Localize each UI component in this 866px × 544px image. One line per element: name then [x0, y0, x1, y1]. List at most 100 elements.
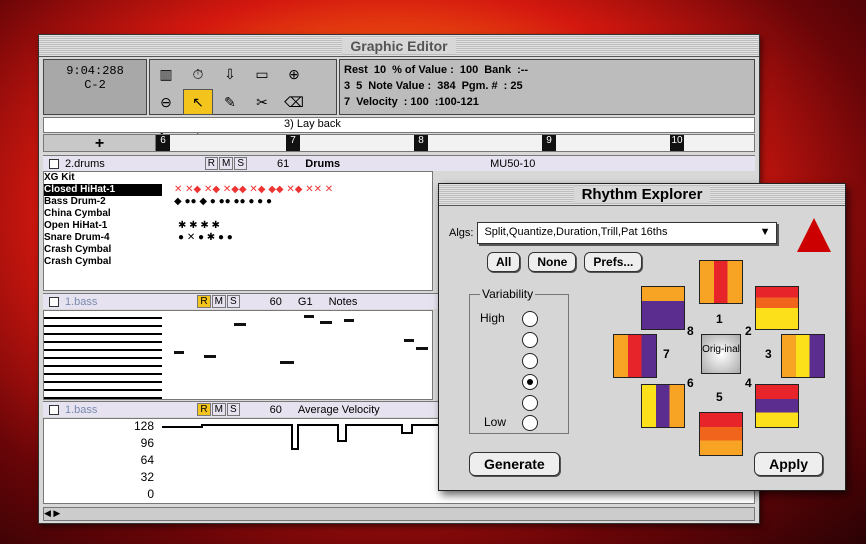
graphic-editor-titlebar[interactable]: Graphic Editor: [39, 35, 759, 57]
variation-tile[interactable]: [781, 334, 825, 378]
variability-radio-2[interactable]: [522, 332, 538, 348]
variability-radio-6[interactable]: [522, 415, 538, 431]
note-bar[interactable]: [344, 319, 354, 322]
variability-radio-4[interactable]: [522, 374, 538, 390]
drum-note[interactable]: ● ✕ ● ✱ ● ●: [178, 232, 233, 243]
track-header-drums[interactable]: 2.drums R M S 61 Drums MU50-10: [43, 155, 755, 171]
track-checkbox[interactable]: [49, 158, 59, 169]
none-button[interactable]: None: [528, 252, 577, 272]
note-bar[interactable]: [320, 321, 332, 324]
velocity-value[interactable]: : 100: [404, 96, 429, 108]
add-button[interactable]: +: [44, 135, 156, 152]
pgm-label: Pgm. #: [461, 80, 498, 92]
algs-select[interactable]: Split,Quantize,Duration,Trill,Pat 16ths …: [477, 222, 778, 244]
solo-toggle[interactable]: S: [234, 157, 247, 170]
toolbar: 9:04:288 C-2 ▥ ⏱ ⇩ ▭ ⊕ ⊖ ↖ ✎ ✂ ⌫ ♩ 𝄽 Res…: [43, 59, 755, 138]
param-n5[interactable]: 5: [356, 80, 362, 92]
pencil-tool-icon[interactable]: ✎: [215, 89, 245, 115]
ruler-icon[interactable]: ▭: [247, 61, 277, 87]
note-value[interactable]: 384: [437, 80, 455, 92]
note-bar[interactable]: [204, 355, 216, 358]
drum-row-label[interactable]: Open HiHat-1: [44, 220, 162, 232]
zoom-out-icon[interactable]: ⊖: [151, 89, 181, 115]
drum-note[interactable]: ✕ ✕◆ ✕◆ ✕◆◆ ✕◆ ◆◆ ✕◆ ✕✕ ✕: [174, 184, 333, 195]
record-toggle[interactable]: R: [197, 295, 211, 308]
track-number: 61: [277, 157, 290, 170]
param-row1-value[interactable]: 10: [374, 64, 386, 76]
variation-tile[interactable]: [755, 286, 799, 330]
note-bar[interactable]: [304, 315, 314, 318]
all-button[interactable]: All: [487, 252, 521, 272]
mute-toggle[interactable]: M: [218, 157, 234, 170]
note-bar[interactable]: [174, 351, 184, 354]
mute-toggle[interactable]: M: [211, 295, 226, 308]
track-type: Average Velocity: [297, 403, 380, 416]
pgm-value[interactable]: : 25: [504, 80, 523, 92]
drum-row-label[interactable]: Bass Drum-2: [44, 196, 162, 208]
metronome-icon[interactable]: ⏱: [183, 61, 213, 87]
param-n7[interactable]: 7: [344, 96, 350, 108]
solo-toggle[interactable]: S: [227, 403, 240, 416]
piano-roll[interactable]: [43, 310, 433, 400]
drum-note[interactable]: ✱ ✱ ✱ ✱: [178, 220, 220, 231]
velocity-axis-label: 64: [140, 453, 154, 467]
horizontal-scrollbar[interactable]: ◀ ▶: [43, 507, 755, 521]
pct-label: % of Value :: [392, 64, 454, 76]
measure-ruler[interactable]: + 6 7 8 9 10: [43, 134, 755, 152]
drum-row-label[interactable]: Snare Drum-4: [44, 232, 162, 244]
variability-radio-1[interactable]: [522, 311, 538, 327]
note-bar[interactable]: [416, 347, 428, 350]
variation-tile[interactable]: [755, 384, 799, 428]
drum-row-label[interactable]: China Cymbal: [44, 208, 162, 220]
track-device[interactable]: MU50-10: [490, 158, 535, 170]
bank-value[interactable]: :--: [517, 64, 528, 76]
piano-keys: [44, 311, 162, 399]
drum-note[interactable]: ◆ ●● ◆ ● ●● ●● ● ● ●: [174, 196, 272, 207]
zoom-icon[interactable]: ⊕: [279, 61, 309, 87]
record-toggle[interactable]: R: [197, 403, 211, 416]
pct-value[interactable]: 100: [460, 64, 478, 76]
variability-group: Variability High Low: [469, 287, 569, 434]
drum-grid[interactable]: XG Kit Closed HiHat-1 Bass Drum-2 China …: [43, 171, 433, 291]
marker-label[interactable]: 3) Lay back: [284, 118, 341, 130]
record-toggle[interactable]: R: [204, 157, 218, 170]
scissors-tool-icon[interactable]: ✂: [247, 89, 277, 115]
apply-button[interactable]: Apply: [754, 452, 823, 476]
kit-name: XG Kit: [44, 172, 75, 183]
rhythm-explorer-titlebar[interactable]: Rhythm Explorer: [439, 184, 845, 206]
note-bar[interactable]: [280, 361, 294, 364]
drum-row-label[interactable]: Crash Cymbal: [44, 244, 162, 256]
velocity-curve: [162, 424, 442, 450]
prefs-button[interactable]: Prefs...: [584, 252, 643, 272]
track-checkbox[interactable]: [49, 296, 59, 307]
variability-radio-5[interactable]: [522, 395, 538, 411]
variability-radio-3[interactable]: [522, 353, 538, 369]
eraser-tool-icon[interactable]: ⌫: [279, 89, 309, 115]
track-checkbox[interactable]: [49, 404, 59, 415]
mute-toggle[interactable]: M: [211, 403, 226, 416]
variation-tile[interactable]: [699, 412, 743, 456]
variation-tile[interactable]: [699, 260, 743, 304]
variation-tile[interactable]: [641, 384, 685, 428]
variation-tile[interactable]: [641, 286, 685, 330]
variation-tile[interactable]: [613, 334, 657, 378]
original-button[interactable]: Orig-inal: [701, 334, 741, 374]
bank-label: Bank: [484, 64, 512, 76]
drum-row-label[interactable]: Crash Cymbal: [44, 256, 162, 268]
rms-toggles: R M S: [197, 403, 240, 416]
event-parameters: Rest 10 % of Value : 100 Bank :-- 3 5 No…: [339, 59, 755, 115]
note-bar[interactable]: [234, 323, 246, 326]
generate-button[interactable]: Generate: [469, 452, 560, 476]
solo-toggle[interactable]: S: [227, 295, 240, 308]
algs-value: Split,Quantize,Duration,Trill,Pat 16ths: [484, 226, 668, 238]
marker-lane[interactable]: 3) Lay back: [43, 117, 755, 133]
velocity-range[interactable]: :100-121: [435, 96, 479, 108]
param-n3[interactable]: 3: [344, 80, 350, 92]
rest-label: Rest: [344, 64, 368, 76]
keyboard-icon[interactable]: ▥: [151, 61, 181, 87]
drum-row-label[interactable]: Closed HiHat-1: [44, 184, 162, 196]
step-icon[interactable]: ⇩: [215, 61, 245, 87]
note-bar[interactable]: [404, 339, 414, 342]
track-name: 1.bass: [65, 403, 98, 416]
arrow-tool-icon[interactable]: ↖: [183, 89, 213, 115]
